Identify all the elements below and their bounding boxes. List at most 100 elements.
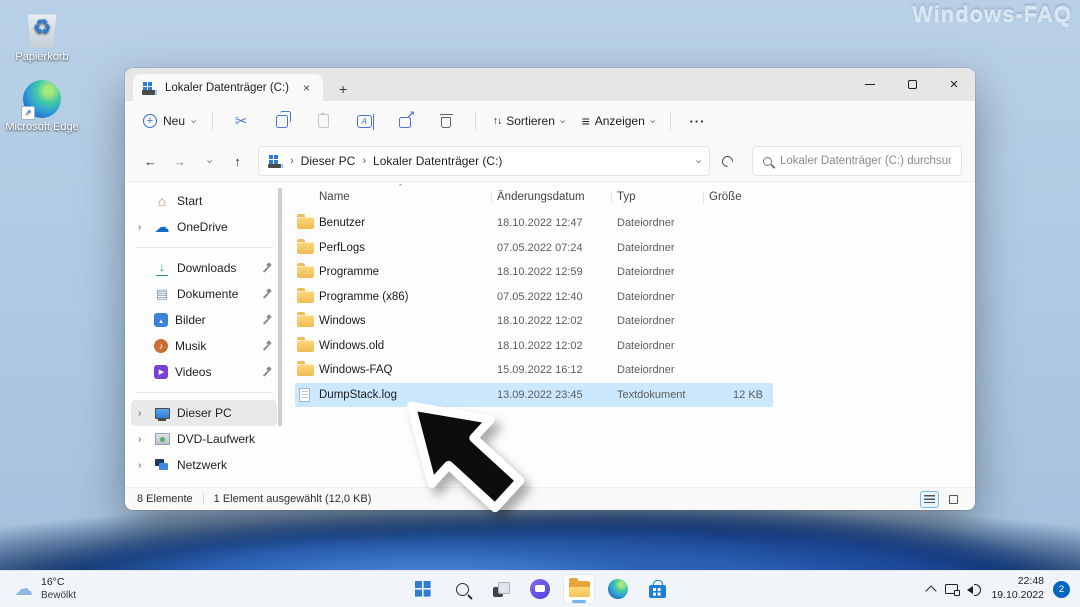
search-box[interactable] [752,146,962,176]
back-button[interactable]: ← [138,148,163,174]
task-view-icon [492,581,510,597]
task-view-button[interactable] [485,574,517,604]
column-header-size[interactable]: Größe [709,191,771,203]
file-row[interactable]: PerfLogs 07.05.2022 07:24 Dateiordner [295,236,773,261]
share-button[interactable] [389,107,422,135]
rename-button[interactable]: A [348,107,381,135]
file-date: 15.09.2022 16:12 [497,364,583,377]
file-type: Dateiordner [617,241,675,254]
chevron-right-icon[interactable] [138,434,147,445]
new-button[interactable]: Neu › [138,110,200,132]
maximize-button[interactable] [891,68,933,101]
sidebar-item-icon [154,313,168,327]
file-row[interactable]: Programme 18.10.2022 12:59 Dateiordner [295,260,773,285]
sort-icon: ↑↓ [492,115,502,127]
weather-widget[interactable]: 16°C Bewölkt [0,571,76,607]
up-button[interactable]: ↑ [225,148,250,174]
forward-button[interactable]: → [167,148,192,174]
chevron-up-icon[interactable] [926,584,936,594]
file-explorer-button[interactable] [563,574,595,604]
paste-icon [317,112,329,128]
chevron-right-icon[interactable] [138,222,147,233]
chevron-down-icon[interactable]: › [693,159,705,163]
refresh-button[interactable] [714,148,740,174]
file-row[interactable]: Programme (x86) 07.05.2022 12:40 Dateior… [295,285,773,310]
volume-icon[interactable] [967,583,982,596]
column-header-date[interactable]: Änderungsdatum [497,191,617,203]
selection-info: 1 Element ausgewählt (12,0 KB) [213,493,372,505]
start-button[interactable] [407,574,439,604]
desktop-icon[interactable]: Microsoft Edge [4,80,80,134]
view-icon: ≡ [581,113,590,129]
sidebar-item[interactable]: Start [131,188,277,214]
tab-title: Lokaler Datenträger (C:) [165,81,289,94]
close-button[interactable] [933,68,975,101]
desktop-icon[interactable]: Papierkorb [4,8,80,64]
store-button[interactable] [641,574,673,604]
explorer-tab[interactable]: Lokaler Datenträger (C:) × [133,74,323,101]
sidebar-item[interactable]: OneDrive [131,214,277,240]
details-view-button[interactable] [920,490,939,508]
sort-button[interactable]: ↑↓ Sortieren › [488,110,569,132]
paste-button[interactable] [307,107,340,135]
file-size: 12 KB [733,388,763,401]
breadcrumb-local-disk[interactable]: Lokaler Datenträger (C:) [373,154,502,168]
file-row[interactable]: Windows 18.10.2022 12:02 Dateiordner [295,309,773,334]
sidebar-scrollbar[interactable] [278,188,282,426]
cut-button[interactable] [225,107,258,135]
column-header-type[interactable]: Typ [617,191,709,203]
window-controls [849,68,975,101]
file-date: 18.10.2022 12:02 [497,339,583,352]
view-button[interactable]: ≡ Anzeigen › [577,110,659,132]
file-name: Windows.old [319,339,385,352]
more-options-button[interactable]: ··· [683,114,711,129]
sidebar-item[interactable]: Netzwerk [131,452,277,478]
minimize-button[interactable] [849,68,891,101]
sidebar-item[interactable]: Downloads [131,255,277,281]
file-type: Dateiordner [617,315,675,328]
chat-button[interactable] [524,574,556,604]
sidebar-item[interactable]: Bilder [131,307,277,333]
taskbar-search-button[interactable] [446,574,478,604]
file-name: Windows [319,315,366,328]
address-bar[interactable]: › Dieser PC › Lokaler Datenträger (C:) › [258,146,710,176]
sidebar-item[interactable]: Videos [131,359,277,385]
search-input[interactable] [780,155,951,167]
file-explorer-icon [568,578,590,597]
copy-button[interactable] [266,107,299,135]
column-header-name[interactable]: Name [319,191,497,203]
file-type: Dateiordner [617,290,675,303]
notification-badge[interactable]: 2 [1053,580,1070,598]
tab-close-icon[interactable]: × [299,80,314,96]
breadcrumb-this-pc[interactable]: Dieser PC [301,154,356,168]
icons-view-icon [949,494,958,504]
recent-locations-button[interactable]: › [196,148,221,174]
taskbar-apps [407,571,673,607]
new-tab-button[interactable]: + [333,82,353,96]
sidebar-item-icon [154,219,170,235]
breadcrumb-separator-icon: › [290,155,294,167]
file-row[interactable]: Windows-FAQ 15.09.2022 16:12 Dateiordner [295,358,773,383]
chevron-right-icon[interactable] [138,460,147,471]
edge-button[interactable] [602,574,634,604]
sidebar-item[interactable]: DVD-Laufwerk (D:) ESD-I [131,426,277,452]
sidebar-item[interactable]: Dieser PC [131,400,277,426]
file-name: Benutzer [319,217,366,230]
file-name: Windows-FAQ [319,364,393,377]
file-row[interactable]: Windows.old 18.10.2022 12:02 Dateiordner [295,334,773,359]
sort-button-label: Sortieren [506,114,555,128]
icons-view-button[interactable] [944,491,963,508]
delete-button[interactable] [430,107,463,135]
file-date: 18.10.2022 12:47 [497,217,583,230]
titlebar[interactable]: Lokaler Datenträger (C:) × + [125,68,975,101]
file-icon [297,336,314,352]
file-row[interactable]: Benutzer 18.10.2022 12:47 Dateiordner [295,211,773,236]
drive-icon [268,155,283,168]
pin-icon [262,289,273,300]
chevron-right-icon[interactable] [138,408,147,419]
sidebar-item[interactable]: Musik [131,333,277,359]
network-icon[interactable] [945,584,961,596]
clock[interactable]: 22:48 19.10.2022 [991,575,1044,602]
watermark: Windows-FAQ [912,1,1072,26]
sidebar-item[interactable]: Dokumente [131,281,277,307]
